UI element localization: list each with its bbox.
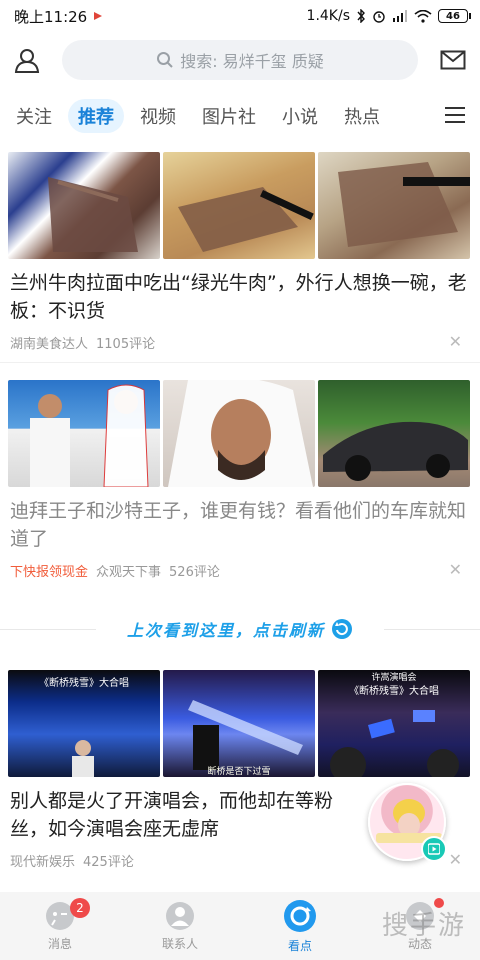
status-bar: 晚上11:26 1.4K/s 46 [0,0,480,32]
article-source: 湖南美食达人 [10,337,89,352]
watermark-text: 搜手游 [381,911,466,941]
thumbnail-image [318,152,470,259]
status-time: 晚上11:26 [14,7,88,26]
thumbnail-image [8,380,160,487]
article-meta: 湖南美食达人 1105评论 [0,325,480,352]
thumbnail-image: 断桥是否下过雪 [163,670,315,777]
wifi-icon [414,9,432,23]
watch-icon [284,899,316,932]
thumbnail-row: 《断桥残雪》大合唱 断桥是否下过雪 许嵩演唱会 《断桥残雪》大合唱 [0,670,480,777]
article-comments: 1105评论 [96,337,156,352]
menu-icon-line [445,121,465,123]
article-card[interactable]: 迪拜王子和沙特王子，谁更有钱？看看他们的车库就知道了 下快报领现金 众观天下事 … [0,380,480,580]
tab-recommend[interactable]: 推荐 [68,99,124,133]
thumbnail-image: 许嵩演唱会 《断桥残雪》大合唱 [318,670,470,777]
alarm-icon [373,11,385,23]
profile-button[interactable] [0,36,54,84]
thumbnail-image [318,380,470,487]
tab-novel[interactable]: 小说 [272,99,328,133]
image-caption: 《断桥残雪》大合唱 [39,678,129,689]
search-bar[interactable]: 搜索: 易烊千玺 质疑 [62,40,418,80]
article-comments: 425评论 [83,855,134,870]
article-title[interactable]: 迪拜王子和沙特王子，谁更有钱？看看他们的车库就知道了 [0,487,480,553]
tab-video[interactable]: 视频 [130,99,186,133]
article-comments: 526评论 [169,565,220,580]
mail-button[interactable] [426,36,480,84]
nav-messages[interactable]: 消息 2 [0,892,120,960]
refresh-text: 上次看到这里，点击刷新 [126,621,325,640]
thumbnail-image [8,152,160,259]
divider [0,362,480,363]
image-caption: 断桥是否下过雪 [207,767,271,777]
tab-hot[interactable]: 热点 [334,99,390,133]
dismiss-icon[interactable]: ✕ [449,850,462,869]
dismiss-icon[interactable]: ✕ [449,332,462,351]
article-source: 现代新娱乐 [10,855,76,870]
play-icon [428,843,440,855]
thumbnail-row [0,152,480,259]
thumbnail-image [163,380,315,487]
image-caption: 《断桥残雪》大合唱 [349,686,439,697]
dismiss-icon[interactable]: ✕ [449,560,462,579]
refresh-icon [332,619,352,639]
unread-badge: 2 [70,898,90,918]
channel-menu-button[interactable] [440,100,470,130]
contacts-icon [166,901,194,930]
battery-icon: 46 [438,9,471,23]
nav-watch[interactable]: 看点 [240,892,360,960]
bluetooth-icon [357,9,365,23]
play-video-button[interactable] [421,836,447,862]
thumbnail-image [163,152,315,259]
signal-icon [393,10,407,22]
tab-picture[interactable]: 图片社 [192,99,266,133]
search-placeholder: 搜索: 易烊千玺 质疑 [180,52,324,71]
nav-label: 联系人 [161,936,198,951]
article-meta: 下快报领现金 众观天下事 526评论 [0,553,480,580]
menu-icon-line [445,114,465,116]
search-icon [157,52,173,68]
channel-tabs: 关注 推荐 视频 图片社 小说 热点 [0,96,480,136]
nav-label: 看点 [287,938,312,953]
top-header: 搜索: 易烊千玺 质疑 [0,36,480,84]
network-speed: 1.4K/s [306,8,350,24]
notification-arrow-icon [94,12,103,20]
app-root: 晚上11:26 1.4K/s 46 搜索: 易烊千玺 质疑 关注 推荐 视频 图… [0,0,480,960]
menu-icon-line [445,107,465,109]
promo-tag[interactable]: 下快报领现金 [10,561,88,580]
user-icon [14,49,40,73]
mail-icon [440,50,466,70]
nav-contacts[interactable]: 联系人 [120,892,240,960]
article-card[interactable]: 兰州牛肉拉面中吃出“绿光牛肉”，外行人想换一碗，老板：不识货 湖南美食达人 11… [0,152,480,352]
refresh-banner[interactable]: 上次看到这里，点击刷新 [0,612,480,646]
tab-follow[interactable]: 关注 [6,99,62,133]
nav-label: 消息 [47,936,72,951]
article-title[interactable]: 兰州牛肉拉面中吃出“绿光牛肉”，外行人想换一碗，老板：不识货 [0,259,480,325]
thumbnail-row [0,380,480,487]
article-source: 众观天下事 [96,565,162,580]
thumbnail-image: 《断桥残雪》大合唱 [8,670,160,777]
